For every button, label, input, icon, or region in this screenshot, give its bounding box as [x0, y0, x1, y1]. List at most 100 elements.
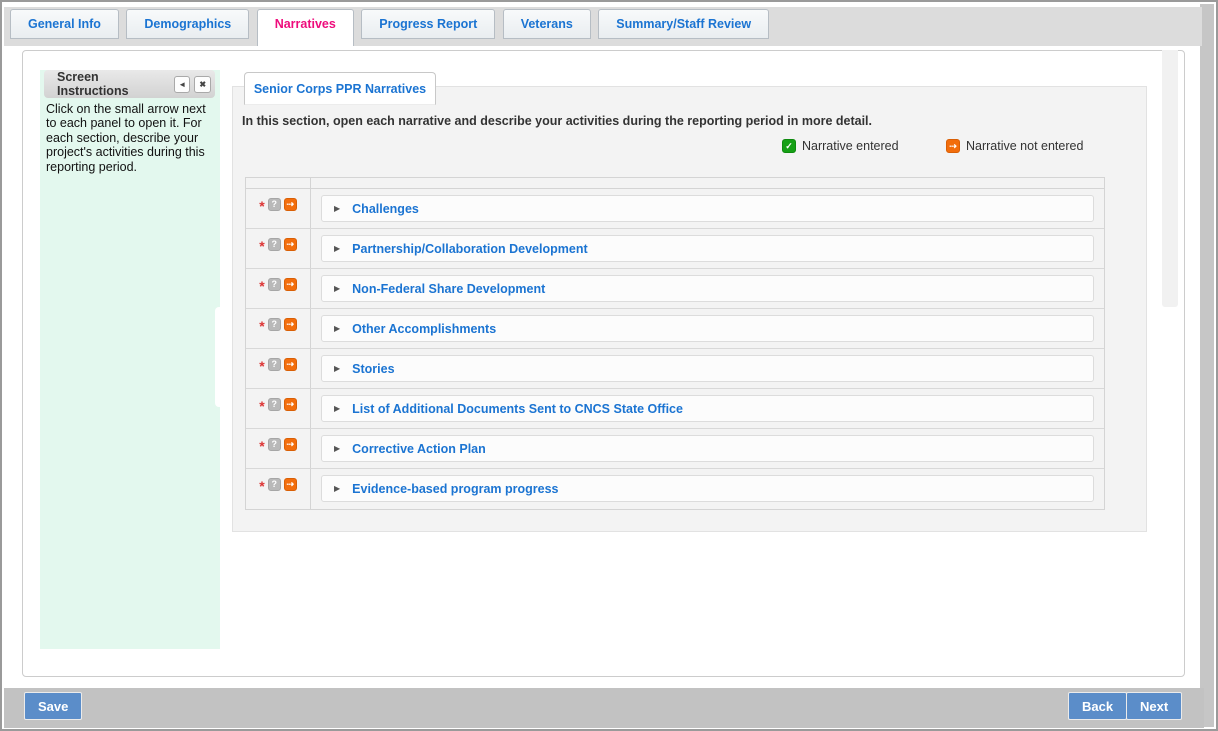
legend-entered-label: Narrative entered	[802, 139, 899, 153]
accordion-stories[interactable]: ▶ Stories	[321, 355, 1094, 382]
narrative-row-non-federal-share: * ? ⇢ ▶ Non-Federal Share Development	[246, 269, 1104, 309]
not-entered-status-icon: ⇢	[283, 398, 297, 411]
screen-instructions-title: Screen Instructions	[57, 70, 129, 98]
tab-demographics[interactable]: Demographics	[126, 9, 250, 39]
expand-arrow-icon: ▶	[334, 483, 341, 493]
row-content-cell: ▶ Partnership/Collaboration Development	[311, 229, 1104, 268]
collapse-panel-button[interactable]: ◄	[173, 75, 191, 93]
table-header-strip	[246, 178, 1104, 189]
panel-scroll-handle[interactable]	[215, 307, 224, 407]
help-icon[interactable]: ?	[267, 318, 281, 331]
footer-bar	[4, 688, 1204, 728]
accordion-evidence-based-progress[interactable]: ▶ Evidence-based program progress	[321, 475, 1094, 502]
required-asterisk: *	[259, 198, 265, 214]
accordion-additional-documents[interactable]: ▶ List of Additional Documents Sent to C…	[321, 395, 1094, 422]
not-entered-status-icon: ⇢	[283, 358, 297, 371]
tab-progress-report[interactable]: Progress Report	[361, 9, 496, 39]
back-button[interactable]: Back	[1068, 692, 1128, 720]
tab-general-info[interactable]: General Info	[10, 9, 119, 39]
required-asterisk: *	[259, 358, 265, 374]
accordion-non-federal-share[interactable]: ▶ Non-Federal Share Development	[321, 275, 1094, 302]
screen-instructions-header: Screen Instructions ◄ ✖	[44, 70, 215, 98]
right-scroll-track[interactable]	[1200, 4, 1214, 727]
not-entered-status-icon: ⇢	[283, 238, 297, 251]
required-asterisk: *	[259, 278, 265, 294]
narrative-row-other-accomplishments: * ? ⇢ ▶ Other Accomplishments	[246, 309, 1104, 349]
row-status-cell: * ? ⇢	[246, 469, 311, 509]
screen-instructions-text: Click on the small arrow next to each pa…	[46, 102, 206, 174]
row-status-cell: * ? ⇢	[246, 389, 311, 428]
accordion-challenges[interactable]: ▶ Challenges	[321, 195, 1094, 222]
required-asterisk: *	[259, 398, 265, 414]
app-window: General Info Demographics Narratives Pro…	[0, 0, 1218, 731]
narrative-title: Stories	[352, 361, 395, 376]
not-entered-status-icon: ⇢	[283, 438, 297, 451]
tab-bar: General Info Demographics Narratives Pro…	[4, 7, 1202, 46]
row-status-cell: * ? ⇢	[246, 189, 311, 228]
expand-arrow-icon: ▶	[334, 243, 341, 253]
not-entered-status-icon: ⇢	[283, 278, 297, 291]
row-status-cell: * ? ⇢	[246, 269, 311, 308]
narratives-table: * ? ⇢ ▶ Challenges * ? ⇢ ▶ Partnership/C	[245, 177, 1105, 510]
help-icon[interactable]: ?	[267, 438, 281, 451]
narrative-row-additional-documents: * ? ⇢ ▶ List of Additional Documents Sen…	[246, 389, 1104, 429]
help-icon[interactable]: ?	[267, 398, 281, 411]
row-content-cell: ▶ Other Accomplishments	[311, 309, 1104, 348]
expand-arrow-icon: ▶	[334, 403, 341, 413]
required-asterisk: *	[259, 318, 265, 334]
expand-arrow-icon: ▶	[334, 323, 341, 333]
tab-veterans[interactable]: Veterans	[502, 9, 591, 39]
legend-narrative-not-entered: ⇢ Narrative not entered	[946, 139, 1083, 153]
dashed-arrow-icon: ⇢	[946, 139, 960, 153]
narrative-title: List of Additional Documents Sent to CNC…	[352, 401, 683, 416]
close-panel-button[interactable]: ✖	[194, 75, 211, 93]
expand-arrow-icon: ▶	[334, 283, 341, 293]
next-button[interactable]: Next	[1126, 692, 1183, 720]
accordion-partnership-collaboration[interactable]: ▶ Partnership/Collaboration Development	[321, 235, 1094, 262]
row-status-cell: * ? ⇢	[246, 229, 311, 268]
section-intro-text: In this section, open each narrative and…	[242, 114, 872, 128]
required-asterisk: *	[259, 438, 265, 454]
row-content-cell: ▶ List of Additional Documents Sent to C…	[311, 389, 1104, 428]
row-status-cell: * ? ⇢	[246, 309, 311, 348]
right-collapsed-panel[interactable]	[1162, 50, 1178, 307]
legend-not-entered-label: Narrative not entered	[966, 139, 1084, 153]
accordion-other-accomplishments[interactable]: ▶ Other Accomplishments	[321, 315, 1094, 342]
narrative-row-partnership: * ? ⇢ ▶ Partnership/Collaboration Develo…	[246, 229, 1104, 269]
narrative-title: Other Accomplishments	[352, 321, 497, 336]
tab-summary-staff-review[interactable]: Summary/Staff Review	[598, 9, 770, 39]
expand-arrow-icon: ▶	[334, 203, 341, 213]
narratives-panel-tab[interactable]: Senior Corps PPR Narratives	[244, 72, 436, 105]
narrative-row-evidence-based: * ? ⇢ ▶ Evidence-based program progress	[246, 469, 1104, 509]
row-content-cell: ▶ Stories	[311, 349, 1104, 388]
expand-arrow-icon: ▶	[334, 443, 341, 453]
help-icon[interactable]: ?	[267, 198, 281, 211]
narrative-row-corrective-action-plan: * ? ⇢ ▶ Corrective Action Plan	[246, 429, 1104, 469]
not-entered-status-icon: ⇢	[283, 478, 297, 491]
check-icon: ✓	[782, 139, 796, 153]
help-icon[interactable]: ?	[267, 478, 281, 491]
narrative-title: Evidence-based program progress	[352, 481, 559, 496]
row-content-cell: ▶ Challenges	[311, 189, 1104, 228]
narrative-row-stories: * ? ⇢ ▶ Stories	[246, 349, 1104, 389]
narrative-title: Partnership/Collaboration Development	[352, 241, 588, 256]
table-header-icon-cell	[246, 178, 311, 188]
row-content-cell: ▶ Non-Federal Share Development	[311, 269, 1104, 308]
help-icon[interactable]: ?	[267, 358, 281, 371]
row-content-cell: ▶ Evidence-based program progress	[311, 469, 1104, 509]
save-button[interactable]: Save	[24, 692, 83, 720]
not-entered-status-icon: ⇢	[283, 198, 297, 211]
tab-narratives[interactable]: Narratives	[256, 9, 354, 46]
accordion-corrective-action-plan[interactable]: ▶ Corrective Action Plan	[321, 435, 1094, 462]
row-status-cell: * ? ⇢	[246, 429, 311, 468]
narrative-title: Challenges	[352, 201, 419, 216]
narrative-title: Non-Federal Share Development	[352, 281, 546, 296]
required-asterisk: *	[259, 238, 265, 254]
row-status-cell: * ? ⇢	[246, 349, 311, 388]
help-icon[interactable]: ?	[267, 238, 281, 251]
help-icon[interactable]: ?	[267, 278, 281, 291]
expand-arrow-icon: ▶	[334, 363, 341, 373]
narrative-title: Corrective Action Plan	[352, 441, 486, 456]
narrative-row-challenges: * ? ⇢ ▶ Challenges	[246, 189, 1104, 229]
row-content-cell: ▶ Corrective Action Plan	[311, 429, 1104, 468]
